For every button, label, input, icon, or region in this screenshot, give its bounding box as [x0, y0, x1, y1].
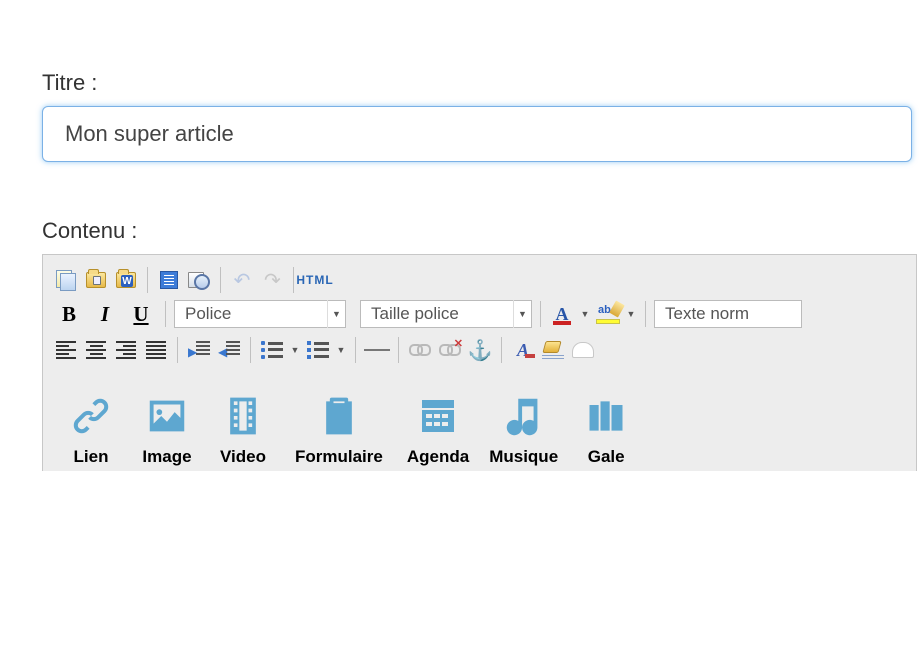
toolbar-row-1: W ↶ ↶ HTML: [53, 263, 906, 297]
align-right-icon[interactable]: [113, 337, 139, 363]
copy-icon[interactable]: [53, 267, 79, 293]
font-dropdown-label: Police: [175, 304, 241, 324]
music-icon: [496, 391, 552, 441]
format-dropdown-label: Texte norm: [655, 304, 759, 324]
rich-text-toolbar: W ↶ ↶ HTML B I U Police ▼ Taille police: [42, 254, 917, 471]
highlight-menu[interactable]: ▼: [625, 309, 637, 319]
title-label: Titre :: [42, 70, 920, 96]
fontsize-dropdown-label: Taille police: [361, 304, 469, 324]
paste-icon[interactable]: [83, 267, 109, 293]
paste-from-word-icon[interactable]: W: [113, 267, 139, 293]
gallery-icon: [578, 391, 634, 441]
html-source-button[interactable]: HTML: [302, 267, 328, 293]
fontsize-dropdown[interactable]: Taille police ▼: [360, 300, 532, 328]
form-icon: [311, 391, 367, 441]
insert-music-button[interactable]: Musique: [479, 391, 568, 467]
outdent-icon[interactable]: ▶: [216, 337, 242, 363]
insert-agenda-label: Agenda: [407, 447, 469, 467]
separator: [220, 267, 221, 293]
video-icon: [215, 391, 271, 441]
ul-menu[interactable]: ▼: [289, 345, 301, 355]
insert-toolbar: Lien Image Video Formulaire: [53, 381, 906, 467]
insert-form-button[interactable]: Formulaire: [281, 391, 397, 467]
insert-link-button[interactable]: Lien: [53, 391, 129, 467]
separator: [540, 301, 541, 327]
font-dropdown[interactable]: Police ▼: [174, 300, 346, 328]
unlink-icon[interactable]: ✕: [437, 337, 463, 363]
indent-icon[interactable]: ▶: [186, 337, 212, 363]
separator: [250, 337, 251, 363]
separator: [165, 301, 166, 327]
italic-button[interactable]: I: [89, 299, 121, 329]
align-left-icon[interactable]: [53, 337, 79, 363]
select-all-icon[interactable]: [156, 267, 182, 293]
toolbar-row-3: ▶ ▶ ▼ ▼ ✕ ⚓ A: [53, 333, 906, 367]
insert-image-button[interactable]: Image: [129, 391, 205, 467]
link-icon: [63, 391, 119, 441]
text-color-menu[interactable]: ▼: [579, 309, 591, 319]
separator: [398, 337, 399, 363]
chevron-down-icon: ▼: [327, 300, 345, 328]
highlight-button[interactable]: [595, 301, 621, 327]
align-center-icon[interactable]: [83, 337, 109, 363]
content-label: Contenu :: [42, 218, 920, 244]
chevron-down-icon: ▼: [513, 300, 531, 328]
insert-music-label: Musique: [489, 447, 558, 467]
preview-icon[interactable]: [186, 267, 212, 293]
align-justify-icon[interactable]: [143, 337, 169, 363]
agenda-icon: [410, 391, 466, 441]
insert-gallery-label: Gale: [588, 447, 625, 467]
ol-menu[interactable]: ▼: [335, 345, 347, 355]
insert-agenda-button[interactable]: Agenda: [397, 391, 479, 467]
insert-video-button[interactable]: Video: [205, 391, 281, 467]
insert-form-label: Formulaire: [295, 447, 383, 467]
separator: [293, 267, 294, 293]
insert-link-label: Lien: [74, 447, 109, 467]
ordered-list-icon[interactable]: [305, 337, 331, 363]
insert-video-label: Video: [220, 447, 266, 467]
anchor-icon[interactable]: ⚓: [467, 337, 493, 363]
text-color-button[interactable]: A: [549, 301, 575, 327]
separator: [645, 301, 646, 327]
separator: [147, 267, 148, 293]
separator: [355, 337, 356, 363]
title-input[interactable]: [42, 106, 912, 162]
link-icon[interactable]: [407, 337, 433, 363]
insert-image-label: Image: [142, 447, 191, 467]
bold-button[interactable]: B: [53, 299, 85, 329]
redo-icon[interactable]: ↶: [259, 267, 285, 293]
format-dropdown[interactable]: Texte norm: [654, 300, 802, 328]
separator: [177, 337, 178, 363]
underline-button[interactable]: U: [125, 299, 157, 329]
unordered-list-icon[interactable]: [259, 337, 285, 363]
image-icon: [139, 391, 195, 441]
horizontal-rule-icon[interactable]: [364, 337, 390, 363]
insert-gallery-button[interactable]: Gale: [568, 391, 644, 467]
undo-icon[interactable]: ↶: [229, 267, 255, 293]
remove-format-icon[interactable]: [540, 337, 566, 363]
styles-icon[interactable]: A: [510, 337, 536, 363]
eraser-icon[interactable]: [570, 337, 596, 363]
toolbar-row-2: B I U Police ▼ Taille police ▼ A ▼ ▼ Tex…: [53, 297, 906, 331]
separator: [501, 337, 502, 363]
